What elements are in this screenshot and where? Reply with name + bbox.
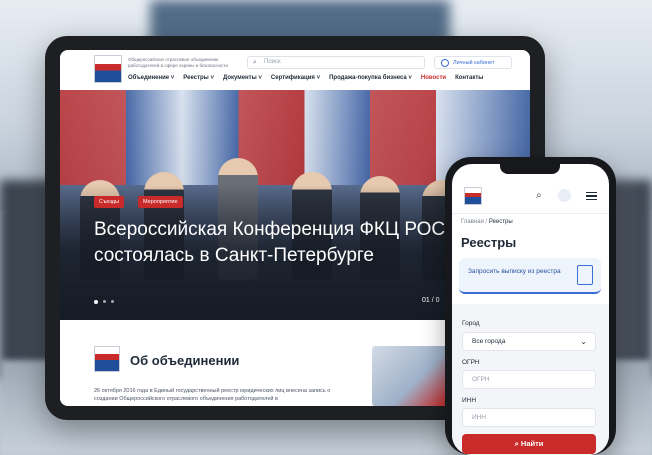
search-placeholder: Поиск [264,59,281,65]
nav-item-registries[interactable]: Реестры ˅ [183,75,214,81]
ogrn-label: ОГРН [462,359,480,366]
phone-screen: ⌕ Главная / Реестры Реестры Запросить вы… [452,164,609,455]
slider-dot[interactable] [103,300,106,303]
city-label: Город [462,320,480,327]
mobile-header: ⌕ [452,178,609,214]
nav-item-association[interactable]: Объединение ˅ [128,75,174,81]
main-nav: Объединение ˅ Реестры ˅ Документы ˅ Серт… [128,75,492,81]
slider-dots [94,300,114,304]
site-header: Общероссийское отраслевое объединение ра… [60,50,530,90]
find-button-text: Найти [520,439,544,448]
registry-search-form: Город Все города ⌄ ОГРН ОГРН ИНН ИНН [452,304,609,455]
login-icon [441,59,449,67]
inn-label: ИНН [462,397,477,404]
breadcrumb-current: Реестры [488,219,513,225]
menu-icon[interactable] [586,192,597,200]
about-text: 26 октября 2016 года в Единый государств… [94,388,331,402]
breadcrumb-separator: / [485,219,488,225]
nav-item-contacts[interactable]: Контакты [455,75,483,81]
slider-dot[interactable] [111,300,114,303]
about-logo [94,346,120,372]
search-icon[interactable]: ⌕ [536,190,542,201]
nav-item-business-sale[interactable]: Продажа-покупка бизнеса ˅ [329,75,412,81]
account-button-label: Личный кабинет [453,60,495,66]
slide-counter: 01 / 0 [422,297,440,304]
breadcrumb-home[interactable]: Главная [461,219,484,225]
tag-event[interactable]: Мероприятие [138,196,183,208]
request-extract-label: Запросить выписку из реестра [468,268,561,275]
search-input[interactable]: ⌕ Поиск [247,56,425,69]
mobile-logo[interactable] [464,187,482,205]
slider-dot-active[interactable] [94,300,98,304]
ogrn-placeholder: ОГРН [472,376,490,383]
nav-item-news[interactable]: Новости [421,75,446,81]
city-select-value: Все города [472,338,506,345]
phone-notch [500,164,560,174]
breadcrumb: Главная / Реестры [461,219,513,225]
city-select[interactable]: Все города ⌄ [462,332,596,351]
request-extract-button[interactable]: Запросить выписку из реестра [459,258,601,294]
chevron-down-icon: ⌄ [580,337,587,346]
phone-device: ⌕ Главная / Реестры Реестры Запросить вы… [445,157,616,455]
inn-placeholder: ИНН [472,414,487,421]
nav-item-documents[interactable]: Документы ˅ [223,75,262,81]
find-button[interactable]: ⌕ Найти [462,434,596,454]
account-button[interactable]: Личный кабинет [434,56,512,69]
about-title: Об объединении [130,353,240,368]
ogrn-field[interactable]: ОГРН [462,370,596,389]
tag-congress[interactable]: Съезды [94,196,124,208]
org-name: Общероссийское отраслевое объединение ра… [128,57,228,68]
inn-field[interactable]: ИНН [462,408,596,427]
nav-item-certification[interactable]: Сертификация ˅ [271,75,320,81]
search-icon: ⌕ [253,59,257,66]
find-button-label: ⌕ Найти [514,439,544,448]
login-icon[interactable] [558,189,571,202]
site-logo[interactable] [94,55,122,83]
page-title: Реестры [461,235,517,250]
document-search-icon [577,265,593,285]
